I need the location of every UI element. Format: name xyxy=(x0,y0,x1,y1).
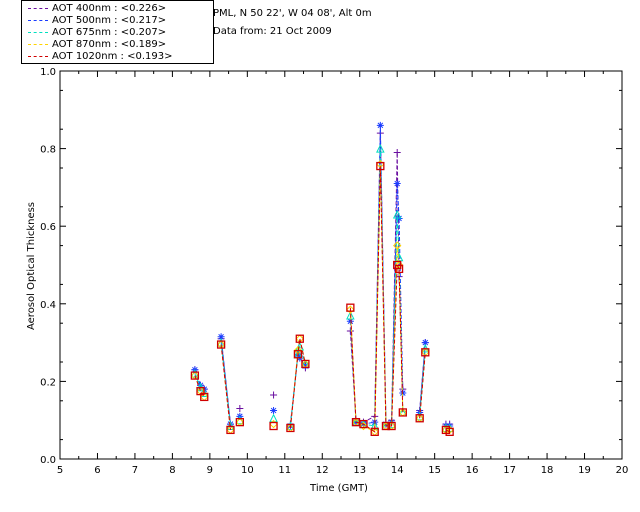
y-tick-label: 1.0 xyxy=(40,67,56,78)
data-point xyxy=(270,391,278,399)
data-point xyxy=(393,148,401,156)
location-text: PML, N 50 22', W 04 08', Alt 0m xyxy=(213,8,372,19)
legend-label-675: AOT 675nm : <0.207> xyxy=(52,27,167,38)
legend-label-400: AOT 400nm : <0.226> xyxy=(52,3,167,14)
data-point xyxy=(270,407,278,414)
x-tick-label: 13 xyxy=(353,465,366,476)
legend-swatch-675 xyxy=(28,31,48,33)
series-aot-870nm xyxy=(190,159,454,437)
x-tick-label: 17 xyxy=(503,465,516,476)
plot-frame xyxy=(59,70,623,460)
legend-swatch-1020 xyxy=(28,55,48,57)
series-aot-400nm xyxy=(191,129,454,428)
series-line xyxy=(220,344,231,430)
data-point xyxy=(393,180,401,188)
y-tick-label: 0.8 xyxy=(40,145,56,156)
x-tick-label: 9 xyxy=(207,465,213,476)
legend-swatch-870 xyxy=(28,43,48,45)
legend-swatch-400 xyxy=(28,7,48,9)
series-layer xyxy=(190,121,454,437)
x-tick-label: 18 xyxy=(541,465,554,476)
x-tick-label: 10 xyxy=(241,465,254,476)
data-point xyxy=(236,405,244,413)
y-tick-label: 0.4 xyxy=(40,300,56,311)
x-tick-label: 11 xyxy=(278,465,291,476)
series-aot-675nm xyxy=(190,143,454,432)
legend-item-1020: AOT 1020nm : <0.193> xyxy=(26,50,172,63)
legend-label-500: AOT 500nm : <0.217> xyxy=(52,15,167,26)
x-tick-label: 5 xyxy=(57,465,63,476)
legend-label-870: AOT 870nm : <0.189> xyxy=(52,39,167,50)
legend: AOT 400nm : <0.226> AOT 500nm : <0.217> … xyxy=(21,0,214,64)
date-text: Data from: 21 Oct 2009 xyxy=(213,26,332,37)
y-tick-label: 0.2 xyxy=(40,377,56,388)
x-tick-label: 14 xyxy=(391,465,404,476)
series-line xyxy=(349,148,404,427)
series-line xyxy=(419,352,426,419)
legend-swatch-500 xyxy=(28,19,48,21)
x-tick-label: 16 xyxy=(466,465,479,476)
x-tick-label: 12 xyxy=(316,465,329,476)
x-tick-label: 19 xyxy=(578,465,591,476)
legend-label-1020: AOT 1020nm : <0.193> xyxy=(52,51,173,62)
x-tick-label: 7 xyxy=(132,465,138,476)
x-tick-label: 15 xyxy=(428,465,441,476)
y-tick-label: 0.0 xyxy=(40,455,56,466)
x-tick-label: 20 xyxy=(616,465,629,476)
x-tick-label: 6 xyxy=(94,465,100,476)
plot-axes: 5 6 7 8 9 10 11 12 13 14 15 16 17 18 19 20 0.0 0.2 0.4 0.6 0… xyxy=(40,67,628,476)
series-aot-1020nm xyxy=(190,161,454,436)
aot-chart: 5 6 7 8 9 10 11 12 13 14 15 16 17 18 19 20 0.0 0.2 0.4 0.6 0… xyxy=(26,67,628,494)
data-point xyxy=(376,121,384,129)
x-tick-label: 8 xyxy=(169,465,175,476)
series-aot-500nm xyxy=(191,121,454,430)
y-tick-label: 0.6 xyxy=(40,222,56,233)
y-axis-title: Aerosol Optical Thickness xyxy=(26,202,37,330)
x-axis-title: Time (GMT) xyxy=(309,483,368,494)
